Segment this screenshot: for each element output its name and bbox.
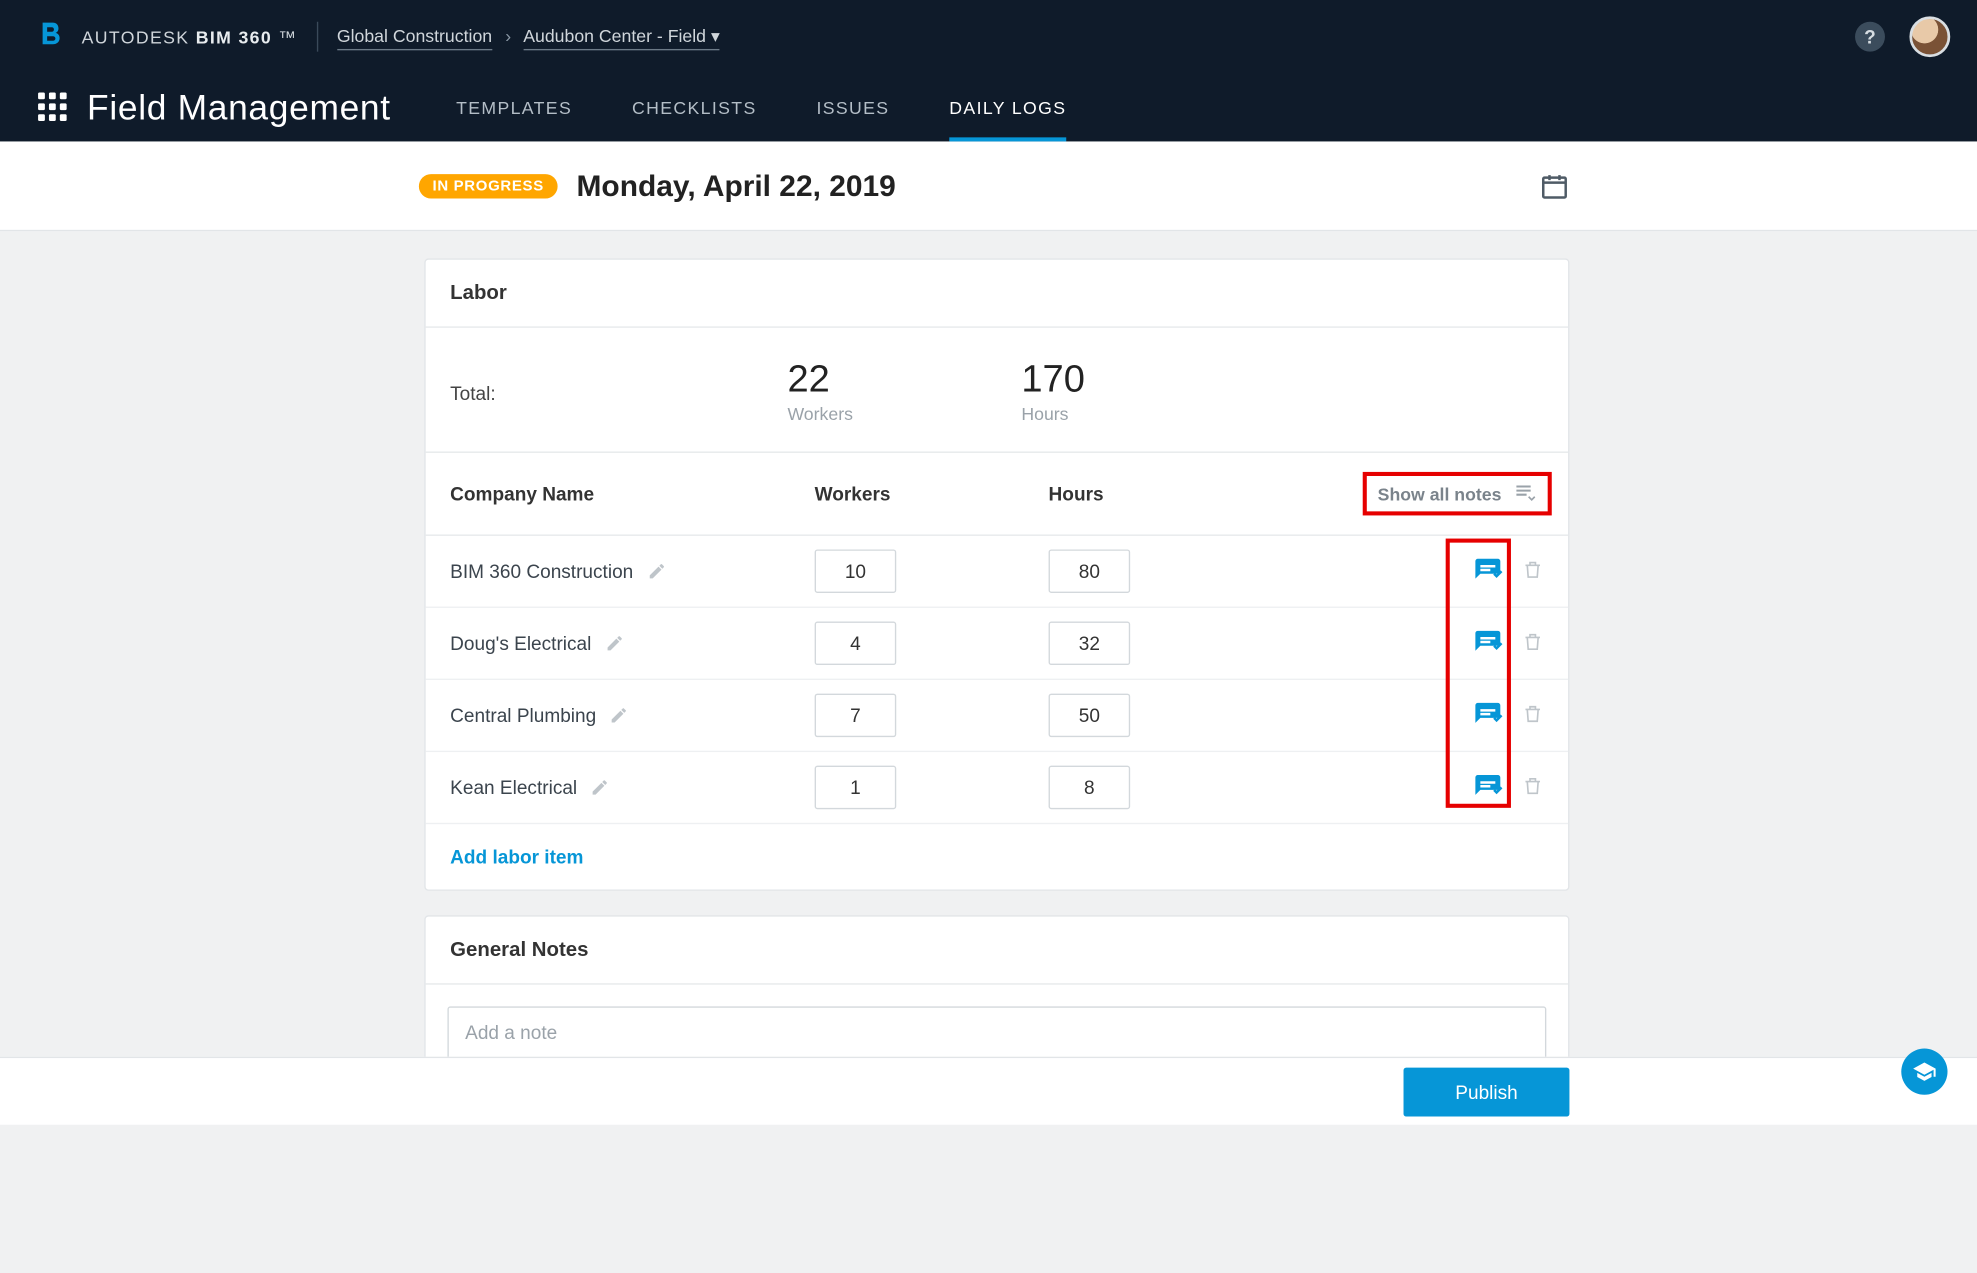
company-name: Doug's Electrical [450, 632, 591, 654]
date-text: Monday, April 22, 2019 [577, 168, 896, 203]
brand-bold: BIM 360 [196, 27, 272, 47]
show-all-notes-label: Show all notes [1378, 483, 1502, 503]
chevron-down-icon: ▾ [711, 26, 720, 46]
note-icon[interactable] [1473, 700, 1503, 730]
workers-cell [815, 694, 1049, 738]
breadcrumb-account[interactable]: Global Construction [337, 26, 492, 50]
workers-input[interactable] [815, 622, 897, 666]
product-name: AUTODESK BIM 360 ™ [82, 27, 298, 47]
labor-totals: Total: 22 Workers 170 Hours [426, 328, 1568, 453]
hours-input[interactable] [1049, 694, 1131, 738]
hours-input[interactable] [1049, 549, 1131, 593]
total-hours-value: 170 [1021, 360, 1255, 398]
brand-logo-icon [38, 20, 65, 53]
trash-icon[interactable] [1522, 703, 1544, 727]
brand-thin: AUTODESK [82, 27, 190, 47]
edit-icon[interactable] [591, 778, 610, 797]
labor-body: BIM 360 Construction [426, 536, 1568, 824]
trash-icon[interactable] [1522, 775, 1544, 799]
total-hours: 170 Hours [1021, 360, 1255, 424]
hours-cell [1049, 766, 1321, 810]
total-label: Total: [450, 381, 787, 403]
expand-notes-icon [1512, 481, 1536, 505]
company-cell: Kean Electrical [450, 777, 814, 799]
labor-header: Labor [426, 260, 1568, 328]
separator [316, 22, 317, 52]
note-icon[interactable] [1473, 772, 1503, 802]
total-workers: 22 Workers [787, 360, 1021, 424]
top-nav-row1: AUTODESK BIM 360 ™ Global Construction ›… [38, 0, 1950, 73]
total-workers-value: 22 [787, 360, 1021, 398]
hours-cell [1049, 549, 1321, 593]
breadcrumb: Global Construction › Audubon Center - F… [337, 26, 720, 48]
company-name: BIM 360 Construction [450, 560, 633, 582]
app-switcher-icon[interactable] [38, 92, 68, 122]
workers-input[interactable] [815, 766, 897, 810]
row-actions [1473, 556, 1544, 586]
page-title: Field Management [87, 86, 391, 128]
workers-cell [815, 766, 1049, 810]
learning-fab-icon[interactable] [1901, 1049, 1947, 1095]
top-nav: AUTODESK BIM 360 ™ Global Construction ›… [0, 0, 1977, 141]
col-workers: Workers [815, 483, 1049, 505]
hours-cell [1049, 694, 1321, 738]
calendar-icon[interactable] [1540, 171, 1570, 201]
workers-cell [815, 549, 1049, 593]
date-bar: IN PROGRESS Monday, April 22, 2019 [0, 141, 1977, 231]
edit-icon[interactable] [605, 634, 624, 653]
total-hours-sub: Hours [1021, 404, 1255, 424]
total-workers-sub: Workers [787, 404, 1021, 424]
company-cell: Doug's Electrical [450, 632, 814, 654]
tab-daily-logs[interactable]: DAILY LOGS [949, 73, 1066, 141]
tab-templates[interactable]: TEMPLATES [456, 73, 572, 141]
edit-icon[interactable] [610, 706, 629, 725]
breadcrumb-project[interactable]: Audubon Center - Field ▾ [523, 26, 720, 50]
tab-issues[interactable]: ISSUES [816, 73, 889, 141]
top-nav-right: ? [1855, 16, 1950, 57]
tabs: TEMPLATES CHECKLISTS ISSUES DAILY LOGS [456, 73, 1066, 141]
col-actions: Show all notes [1363, 472, 1544, 516]
labor-columns-header: Company Name Workers Hours Show all note… [426, 453, 1568, 536]
avatar[interactable] [1909, 16, 1950, 57]
company-name: Central Plumbing [450, 704, 596, 726]
table-row: Doug's Electrical [426, 608, 1568, 680]
status-badge: IN PROGRESS [419, 173, 558, 197]
col-hours: Hours [1049, 483, 1321, 505]
company-cell: Central Plumbing [450, 704, 814, 726]
col-company: Company Name [450, 483, 814, 505]
breadcrumb-sep: › [505, 26, 511, 46]
edit-icon[interactable] [647, 562, 666, 581]
row-actions [1473, 700, 1544, 730]
bottom-bar: Publish [0, 1057, 1977, 1125]
workers-cell [815, 622, 1049, 666]
company-name: Kean Electrical [450, 777, 577, 799]
table-row: Kean Electrical [426, 752, 1568, 824]
tab-checklists[interactable]: CHECKLISTS [632, 73, 757, 141]
trash-icon[interactable] [1522, 559, 1544, 583]
table-row: BIM 360 Construction [426, 536, 1568, 608]
show-all-notes-button[interactable]: Show all notes [1363, 472, 1552, 516]
top-nav-row2: Field Management TEMPLATES CHECKLISTS IS… [38, 73, 1950, 141]
table-row: Central Plumbing [426, 680, 1568, 752]
workers-input[interactable] [815, 549, 897, 593]
workers-input[interactable] [815, 694, 897, 738]
hours-input[interactable] [1049, 622, 1131, 666]
note-icon[interactable] [1473, 556, 1503, 586]
help-icon[interactable]: ? [1855, 22, 1885, 52]
row-actions [1473, 772, 1544, 802]
notes-header: General Notes [426, 917, 1568, 985]
labor-card: Labor Total: 22 Workers 170 Hours Compan… [424, 258, 1569, 890]
row-actions [1473, 628, 1544, 658]
add-labor-item-button[interactable]: Add labor item [426, 824, 608, 889]
company-cell: BIM 360 Construction [450, 560, 814, 582]
breadcrumb-project-label: Audubon Center - Field [523, 26, 706, 46]
hours-input[interactable] [1049, 766, 1131, 810]
publish-button[interactable]: Publish [1404, 1067, 1570, 1116]
note-icon[interactable] [1473, 628, 1503, 658]
trash-icon[interactable] [1522, 631, 1544, 655]
hours-cell [1049, 622, 1321, 666]
